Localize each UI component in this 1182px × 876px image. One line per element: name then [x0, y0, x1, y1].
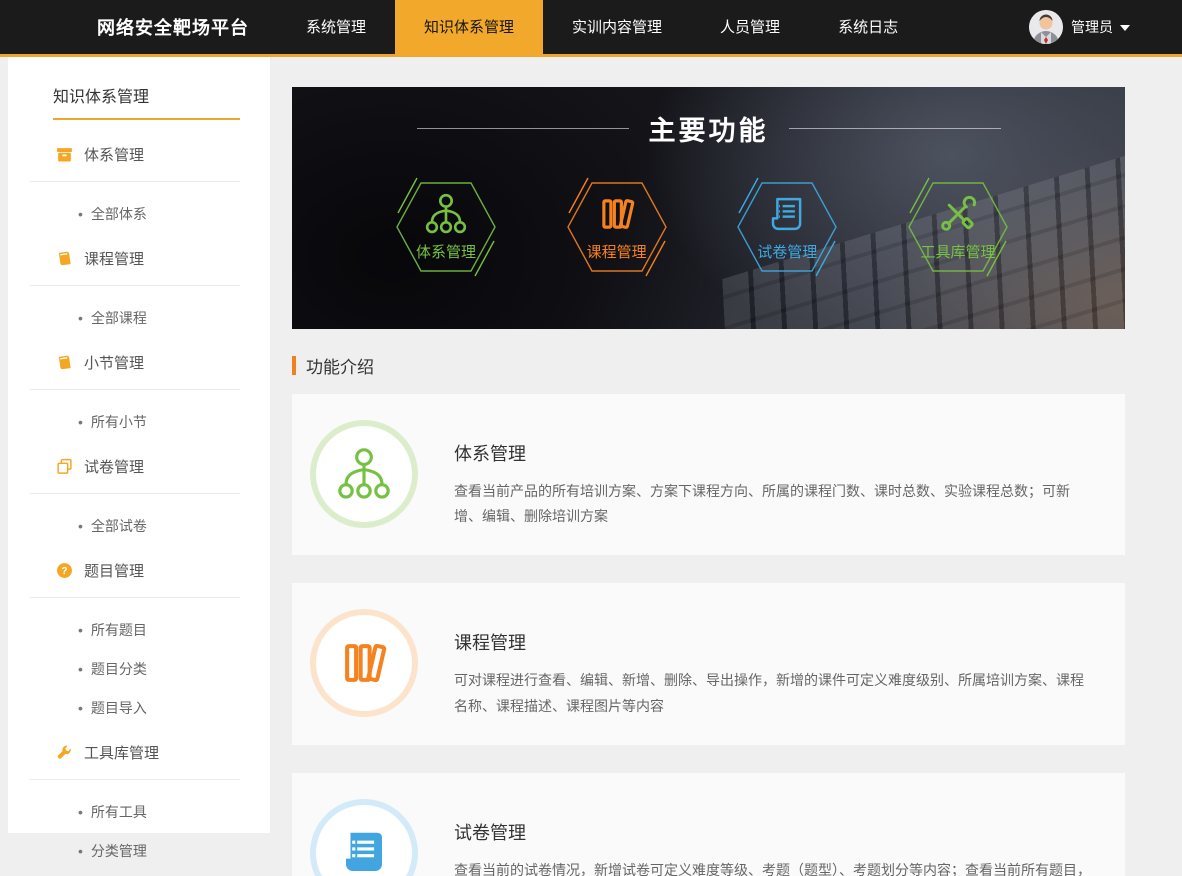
sidebar-group-course-mgmt[interactable]: 课程管理 [56, 248, 240, 269]
section-accent-bar [292, 356, 296, 375]
sidebar-group-label: 体系管理 [84, 144, 144, 165]
sidebar-item-all-tools[interactable]: 所有工具 [78, 802, 270, 822]
brand-title: 网络安全靶场平台 [97, 14, 249, 40]
page-body: 知识体系管理 体系管理 全部体系 课程管理 全部课程 [0, 57, 1182, 876]
banner-title-row: 主要功能 [292, 109, 1125, 148]
feature-title: 课程管理 [454, 629, 1095, 655]
section-header: 功能介绍 [292, 353, 1125, 378]
nav-item-training[interactable]: 实训内容管理 [543, 0, 691, 56]
hexagon-toolkit-mgmt: 工具库管理 [903, 177, 1013, 277]
feature-card-body: 体系管理 查看当前产品的所有培训方案、方案下课程方向、所属的课程门数、课时总数、… [454, 420, 1095, 529]
book-icon [56, 250, 73, 267]
sidebar-group-label: 课程管理 [84, 248, 144, 269]
divider [30, 493, 240, 494]
sidebar-group-toolkit-mgmt[interactable]: 工具库管理 [56, 742, 240, 763]
sidebar-group-section-mgmt[interactable]: 小节管理 [56, 352, 240, 373]
feature-icon-circle [310, 799, 418, 876]
hexagon-frame [732, 177, 842, 277]
feature-card-system-mgmt: 体系管理 查看当前产品的所有培训方案、方案下课程方向、所属的课程门数、课时总数、… [292, 394, 1125, 555]
hexagon-paper-mgmt: 试卷管理 [732, 177, 842, 277]
avatar-person-icon [1029, 10, 1063, 44]
sidebar-item-all-sections[interactable]: 所有小节 [78, 412, 270, 432]
main-content: 主要功能 体系管理 [292, 87, 1125, 876]
sidebar-item-all-papers[interactable]: 全部试卷 [78, 516, 270, 536]
hexagon-frame [903, 177, 1013, 277]
sidebar-title: 知识体系管理 [53, 83, 240, 120]
hexagon-frame [391, 177, 501, 277]
feature-card-paper-mgmt: 试卷管理 查看当前的试卷情况，新增试卷可定义难度等级、考题（题型）、考题划分等内… [292, 773, 1125, 876]
feature-icon-circle [310, 420, 418, 528]
nav-menu: 系统管理 知识体系管理 实训内容管理 人员管理 系统日志 [277, 0, 927, 56]
sidebar-group-question-mgmt[interactable]: ? 题目管理 [56, 560, 240, 581]
feature-description: 查看当前产品的所有培训方案、方案下课程方向、所属的课程门数、课时总数、实验课程总… [454, 479, 1095, 529]
sidebar-group-paper-mgmt[interactable]: 试卷管理 [56, 456, 240, 477]
divider [30, 389, 240, 390]
feature-description: 查看当前的试卷情况，新增试卷可定义难度等级、考题（题型）、考题划分等内容；查看当… [454, 858, 1095, 876]
svg-text:?: ? [61, 566, 67, 577]
sidebar-item-question-categories[interactable]: 题目分类 [78, 659, 270, 679]
sidebar-item-tool-categories[interactable]: 分类管理 [78, 841, 270, 861]
divider [30, 181, 240, 182]
divider [30, 597, 240, 598]
feature-title: 试卷管理 [454, 819, 1095, 845]
divider [30, 779, 240, 780]
sidebar-group-label: 小节管理 [84, 352, 144, 373]
archive-box-icon [56, 146, 73, 163]
hexagon-system-mgmt: 体系管理 [391, 177, 501, 277]
nav-item-syslog[interactable]: 系统日志 [809, 0, 927, 56]
feature-description: 可对课程进行查看、编辑、新增、删除、导出操作，新增的课件可定义难度级别、所属培训… [454, 668, 1095, 718]
sitemap-icon [337, 447, 391, 501]
section-title: 功能介绍 [306, 353, 374, 378]
feature-icon-circle [310, 609, 418, 717]
feature-card-body: 课程管理 可对课程进行查看、编辑、新增、删除、导出操作，新增的课件可定义难度级别… [454, 609, 1095, 718]
chevron-down-icon [1120, 25, 1130, 31]
wrench-icon [56, 744, 73, 761]
hexagon-row: 体系管理 课程管理 [292, 177, 1125, 277]
sidebar-group-label: 题目管理 [84, 560, 144, 581]
top-nav: 网络安全靶场平台 系统管理 知识体系管理 实训内容管理 人员管理 系统日志 管理… [0, 0, 1182, 57]
divider [417, 128, 629, 129]
question-circle-icon: ? [56, 562, 73, 579]
copy-pages-icon [56, 458, 73, 475]
sidebar-item-all-systems[interactable]: 全部体系 [78, 204, 270, 224]
sidebar: 知识体系管理 体系管理 全部体系 课程管理 全部课程 [8, 57, 270, 833]
hexagon-course-mgmt: 课程管理 [562, 177, 672, 277]
books-icon [337, 636, 391, 690]
sidebar-group-label: 工具库管理 [84, 742, 159, 763]
sidebar-group-system-mgmt[interactable]: 体系管理 [56, 144, 240, 165]
nav-item-knowledge[interactable]: 知识体系管理 [395, 0, 543, 56]
hero-banner: 主要功能 体系管理 [292, 87, 1125, 329]
banner-title: 主要功能 [649, 109, 769, 148]
book-icon [56, 354, 73, 371]
avatar[interactable] [1029, 10, 1063, 44]
divider [789, 128, 1001, 129]
user-menu[interactable]: 管理员 [1029, 10, 1130, 44]
nav-item-system[interactable]: 系统管理 [277, 0, 395, 56]
nav-item-personnel[interactable]: 人员管理 [691, 0, 809, 56]
user-name[interactable]: 管理员 [1071, 17, 1113, 37]
scroll-icon [337, 826, 391, 876]
sidebar-group-label: 试卷管理 [84, 456, 144, 477]
feature-card-course-mgmt: 课程管理 可对课程进行查看、编辑、新增、删除、导出操作，新增的课件可定义难度级别… [292, 583, 1125, 744]
sidebar-item-question-import[interactable]: 题目导入 [78, 698, 270, 718]
sidebar-item-all-courses[interactable]: 全部课程 [78, 308, 270, 328]
divider [30, 285, 240, 286]
hexagon-frame [562, 177, 672, 277]
feature-card-body: 试卷管理 查看当前的试卷情况，新增试卷可定义难度等级、考题（题型）、考题划分等内… [454, 799, 1095, 876]
feature-title: 体系管理 [454, 440, 1095, 466]
sidebar-item-all-questions[interactable]: 所有题目 [78, 620, 270, 640]
